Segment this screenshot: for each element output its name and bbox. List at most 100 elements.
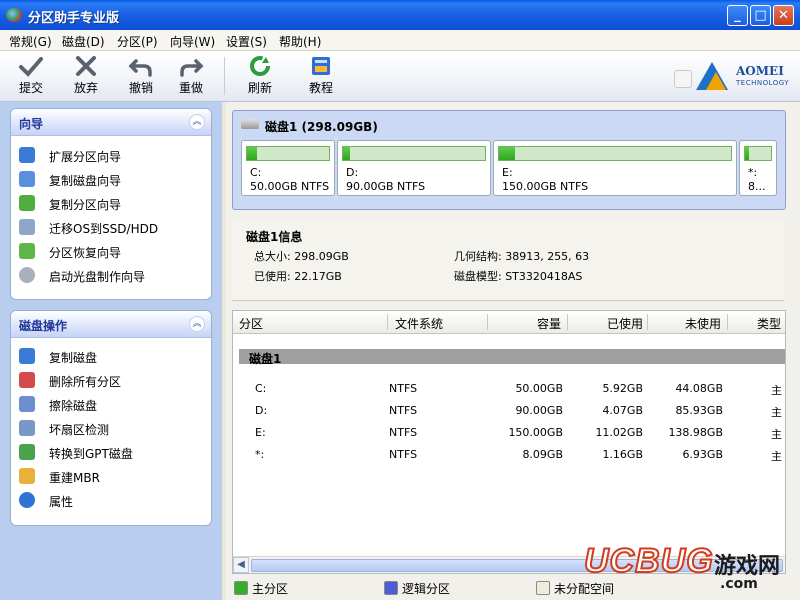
disc-icon — [19, 267, 35, 283]
column-divider[interactable] — [387, 314, 388, 330]
undo-label: 撤销 — [128, 81, 153, 95]
table-row[interactable]: *: NTFS 8.09GB 1.16GB 6.93GB 主 — [233, 445, 785, 465]
close-button[interactable]: ✕ — [773, 5, 794, 26]
copy-disk-icon — [19, 171, 35, 187]
info-icon — [19, 492, 35, 508]
submit-label: 提交 — [18, 81, 43, 95]
refresh-button[interactable]: 刷新 — [240, 55, 280, 99]
item-label: 重建MBR — [49, 471, 100, 485]
redo-button[interactable]: 重做 — [171, 55, 211, 99]
cell-type: 主 — [771, 428, 782, 441]
main-content: 磁盘1 (298.09GB) C: 50.00GB NTFS D: 90.00G… — [226, 102, 800, 600]
disk-info-panel: 磁盘1信息 总大小: 298.09GB 已使用: 22.17GB 几何结构: 3… — [232, 218, 784, 301]
usage-bar — [342, 146, 486, 161]
collapse-icon[interactable]: ︽ — [189, 316, 205, 332]
col-used[interactable]: 已使用 — [607, 315, 643, 332]
refresh-icon — [250, 56, 270, 76]
disk-ops-panel-header[interactable]: 磁盘操作 ︽ — [11, 311, 211, 338]
logo-subtitle: TECHNOLOGY — [736, 79, 790, 87]
cell-used: 1.16GB — [602, 448, 643, 461]
hard-disk-icon — [241, 119, 259, 129]
disk-geometry: 几何结构: 38913, 255, 63 — [454, 250, 590, 263]
menu-bar: 常规(G) 磁盘(D) 分区(P) 向导(W) 设置(S) 帮助(H) — [0, 30, 800, 51]
col-type[interactable]: 类型 — [757, 315, 781, 332]
partition-block[interactable]: C: 50.00GB NTFS — [241, 140, 335, 196]
cell-capacity: 90.00GB — [515, 404, 563, 417]
usage-bar — [744, 146, 772, 161]
minimize-button[interactable]: _ — [727, 5, 748, 26]
cell-partition: D: — [255, 404, 268, 417]
col-free[interactable]: 未使用 — [685, 315, 721, 332]
disk-total-size: 总大小: 298.09GB — [254, 250, 349, 263]
legend-label: 逻辑分区 — [402, 582, 451, 596]
maximize-icon: □ — [754, 8, 767, 23]
column-divider[interactable] — [567, 314, 568, 330]
cell-filesystem: NTFS — [389, 382, 418, 395]
table-row[interactable]: E: NTFS 150.00GB 11.02GB 138.98GB 主 — [233, 423, 785, 443]
menu-settings[interactable]: 设置(S) — [226, 33, 267, 50]
wizard-panel-title: 向导 — [19, 117, 44, 131]
maximize-button[interactable]: □ — [750, 5, 771, 26]
menu-general[interactable]: 常规(G) — [9, 33, 52, 50]
site-watermark: UCBUG 游戏网 .com — [580, 540, 795, 596]
disk-ops-panel-title: 磁盘操作 — [19, 319, 68, 333]
column-divider[interactable] — [487, 314, 488, 330]
undo-button[interactable]: 撤销 — [121, 55, 161, 99]
table-row[interactable]: D: NTFS 90.00GB 4.07GB 85.93GB 主 — [233, 401, 785, 421]
discard-button[interactable]: 放弃 — [66, 55, 106, 99]
cell-type: 主 — [771, 450, 782, 463]
collapse-icon[interactable]: ︽ — [189, 114, 205, 130]
cell-used: 4.07GB — [602, 404, 643, 417]
col-capacity[interactable]: 容量 — [537, 315, 561, 332]
partition-name: C: — [250, 166, 262, 179]
undo-icon — [128, 59, 152, 77]
partition-block[interactable]: E: 150.00GB NTFS — [493, 140, 737, 196]
redo-label: 重做 — [178, 81, 203, 95]
cell-free: 44.08GB — [675, 382, 723, 395]
wizard-panel-header[interactable]: 向导 ︽ — [11, 109, 211, 136]
cell-used: 11.02GB — [595, 426, 643, 439]
partition-desc: 50.00GB NTFS — [250, 180, 330, 193]
column-divider[interactable] — [727, 314, 728, 330]
legend-swatch — [234, 581, 248, 595]
column-divider[interactable] — [647, 314, 648, 330]
discard-label: 放弃 — [73, 81, 98, 95]
cell-type: 主 — [771, 384, 782, 397]
disk-map[interactable]: 磁盘1 (298.09GB) C: 50.00GB NTFS D: 90.00G… — [232, 110, 786, 210]
toolbar-toggle-box[interactable] — [674, 70, 692, 88]
partition-desc: 90.00GB NTFS — [346, 180, 426, 193]
logo-name: AOMEI — [736, 64, 784, 78]
legend-swatch — [536, 581, 550, 595]
disk-group-row[interactable]: 磁盘1 — [239, 349, 785, 366]
refresh-label: 刷新 — [247, 81, 272, 95]
partition-desc: 8... — [748, 180, 766, 193]
partition-name: D: — [346, 166, 359, 179]
item-label: 转换到GPT磁盘 — [49, 447, 133, 461]
cell-filesystem: NTFS — [389, 404, 418, 417]
logo-mark-accent — [706, 72, 726, 90]
col-filesystem[interactable]: 文件系统 — [395, 315, 443, 332]
disk-info-title: 磁盘1信息 — [246, 230, 303, 244]
table-row[interactable]: C: NTFS 50.00GB 5.92GB 44.08GB 主 — [233, 379, 785, 399]
usage-fill — [247, 147, 257, 160]
partition-block[interactable]: *: 8... — [739, 140, 777, 196]
legend-label: 主分区 — [252, 582, 289, 596]
partition-block[interactable]: D: 90.00GB NTFS — [337, 140, 491, 196]
disk-model: 磁盘模型: ST3320418AS — [454, 270, 583, 283]
disk-ops-panel: 磁盘操作 ︽ 复制磁盘 删除所有分区 擦除磁盘 坏扇区检测 转换到GPT磁盘 重… — [10, 310, 212, 526]
menu-wizard[interactable]: 向导(W) — [170, 33, 215, 50]
eraser-icon — [19, 396, 35, 412]
scroll-left-icon[interactable]: ◀ — [233, 557, 249, 573]
tutorial-button[interactable]: 教程 — [301, 55, 341, 99]
col-partition[interactable]: 分区 — [239, 315, 263, 332]
submit-button[interactable]: 提交 — [11, 55, 51, 99]
menu-disk[interactable]: 磁盘(D) — [62, 33, 105, 50]
rebuild-mbr-icon — [19, 468, 35, 484]
item-label: 复制磁盘 — [49, 351, 98, 365]
usage-fill — [343, 147, 351, 160]
cell-partition: E: — [255, 426, 266, 439]
menu-partition[interactable]: 分区(P) — [117, 33, 158, 50]
item-label: 删除所有分区 — [49, 375, 122, 389]
partition-table: 分区 文件系统 容量 已使用 未使用 类型 磁盘1 C: NTFS 50.00G… — [232, 310, 786, 574]
menu-help[interactable]: 帮助(H) — [279, 33, 321, 50]
